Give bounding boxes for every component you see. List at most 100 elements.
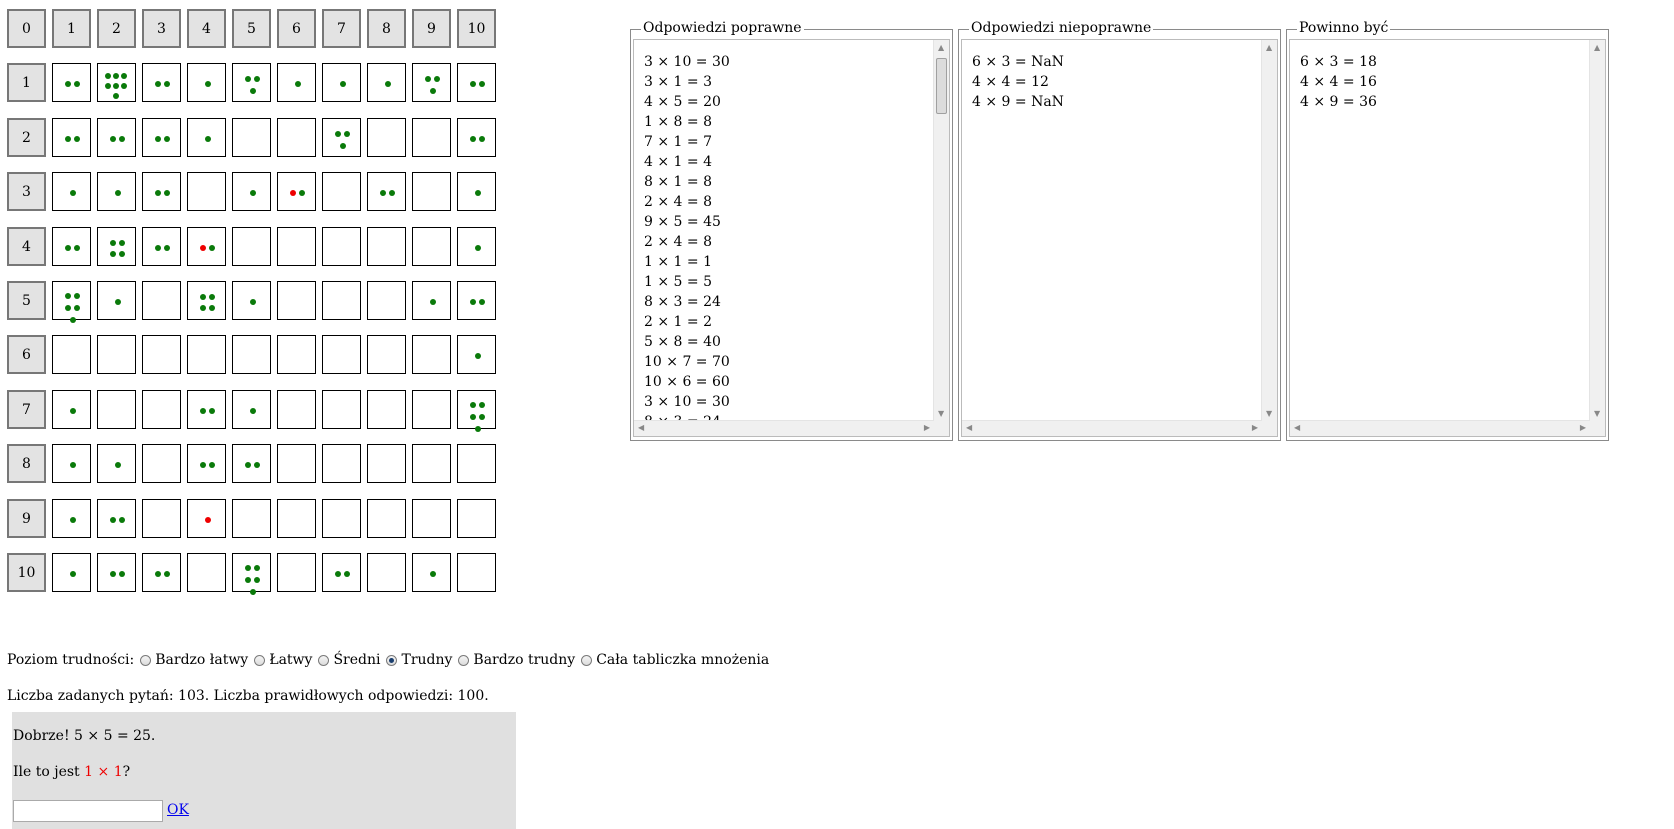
correct-dot — [65, 245, 71, 251]
list-item: 3 × 1 = 3 — [644, 74, 712, 90]
correct-dot — [115, 462, 121, 468]
correct-dot — [205, 136, 211, 142]
grid-cell — [457, 281, 496, 320]
grid-cell — [52, 118, 91, 157]
correct-dot — [380, 190, 386, 196]
list-item: 2 × 4 = 8 — [644, 234, 712, 250]
scroll-down-icon[interactable]: ▼ — [1266, 409, 1272, 418]
scroll-left-icon[interactable]: ◀ — [1294, 423, 1300, 432]
difficulty-selector: Poziom trudności: Bardzo łatwy Łatwy Średn… — [7, 652, 769, 668]
difficulty-radio[interactable] — [318, 654, 330, 666]
column-header: 5 — [232, 9, 271, 48]
scroll-left-icon[interactable]: ◀ — [638, 423, 644, 432]
grid-cell — [97, 335, 136, 374]
scroll-up-icon[interactable]: ▲ — [1266, 43, 1272, 52]
ok-link[interactable]: OK — [167, 802, 189, 818]
correct-dot — [470, 299, 476, 305]
horizontal-scrollbar[interactable]: ◀ ▶ — [634, 420, 934, 436]
vertical-scrollbar[interactable]: ▲ ▼ — [1589, 40, 1605, 421]
correct-dot — [250, 589, 256, 595]
question-text: Ile to jest 1 × 1? — [13, 764, 130, 780]
grid-cell — [97, 499, 136, 538]
grid-cell — [367, 227, 406, 266]
grid-cell — [367, 444, 406, 483]
grid-cell — [457, 499, 496, 538]
scroll-down-icon[interactable]: ▼ — [1594, 409, 1600, 418]
difficulty-option-label[interactable]: Trudny — [401, 652, 452, 668]
answer-input[interactable] — [13, 800, 163, 822]
grid-cell — [232, 335, 271, 374]
grid-cell — [142, 390, 181, 429]
column-header: 4 — [187, 9, 226, 48]
scroll-right-icon[interactable]: ▶ — [1580, 423, 1586, 432]
list-item: 9 × 5 = 45 — [644, 214, 721, 230]
grid-cell — [412, 281, 451, 320]
correct-dot — [470, 414, 476, 420]
scroll-down-icon[interactable]: ▼ — [938, 409, 944, 418]
grid-cell — [232, 63, 271, 102]
correct-dot — [479, 81, 485, 87]
correct-dot — [155, 81, 161, 87]
grid-cell — [457, 553, 496, 592]
grid-cell — [412, 172, 451, 211]
column-header: 10 — [457, 9, 496, 48]
vertical-scrollbar[interactable]: ▲ ▼ — [933, 40, 949, 421]
scroll-corner — [934, 421, 949, 436]
correct-dot — [385, 81, 391, 87]
difficulty-option-label[interactable]: Bardzo trudny — [473, 652, 575, 668]
list-item: 4 × 4 = 12 — [972, 74, 1049, 90]
difficulty-option-label[interactable]: Cała tabliczka mnożenia — [596, 652, 769, 668]
grid-cell — [187, 553, 226, 592]
difficulty-radio[interactable] — [581, 654, 593, 666]
correct-dot — [430, 88, 436, 94]
correct-dot — [105, 83, 111, 89]
grid-cell — [142, 444, 181, 483]
scroll-up-icon[interactable]: ▲ — [1594, 43, 1600, 52]
wrong-answers-list[interactable]: 6 × 3 = NaN 4 × 4 = 12 4 × 9 = NaN ▲ ▼ ◀ ▶ — [961, 39, 1278, 437]
grid-cell — [142, 63, 181, 102]
correct-dot — [110, 251, 116, 257]
grid-cell — [232, 227, 271, 266]
horizontal-scrollbar[interactable]: ◀ ▶ — [1290, 420, 1590, 436]
grid-cell — [277, 63, 316, 102]
grid-cell — [187, 335, 226, 374]
grid-cell — [142, 335, 181, 374]
correct-dot — [209, 462, 215, 468]
vertical-scrollbar[interactable]: ▲ ▼ — [1261, 40, 1277, 421]
difficulty-option-label[interactable]: Średni — [333, 652, 380, 668]
correct-dot — [430, 299, 436, 305]
scroll-left-icon[interactable]: ◀ — [966, 423, 972, 432]
grid-cell — [142, 172, 181, 211]
column-header: 7 — [322, 9, 361, 48]
factor-a: 1 — [84, 764, 94, 780]
grid-cell — [322, 227, 361, 266]
difficulty-radio[interactable] — [140, 654, 152, 666]
row-header: 9 — [7, 499, 46, 538]
correct-dot — [245, 565, 251, 571]
difficulty-radio[interactable] — [458, 654, 470, 666]
grid-cell — [367, 118, 406, 157]
grid-cell — [322, 118, 361, 157]
scroll-thumb[interactable] — [936, 58, 947, 114]
grid-cell — [97, 63, 136, 102]
correct-dot — [340, 143, 346, 149]
should-be-list[interactable]: 6 × 3 = 18 4 × 4 = 16 4 × 9 = 36 ▲ ▼ ◀ ▶ — [1289, 39, 1606, 437]
list-item: 1 × 5 = 5 — [644, 274, 712, 290]
difficulty-option-label[interactable]: Bardzo łatwy — [155, 652, 248, 668]
difficulty-radio[interactable] — [386, 654, 398, 666]
horizontal-scrollbar[interactable]: ◀ ▶ — [962, 420, 1262, 436]
scroll-up-icon[interactable]: ▲ — [938, 43, 944, 52]
grid-cell — [232, 553, 271, 595]
scroll-right-icon[interactable]: ▶ — [1252, 423, 1258, 432]
grid-cell — [97, 444, 136, 483]
wrong-dot — [200, 245, 206, 251]
row-header: 6 — [7, 335, 46, 374]
list-item: 5 × 8 = 40 — [644, 334, 721, 350]
correct-dot — [65, 293, 71, 299]
scroll-right-icon[interactable]: ▶ — [924, 423, 930, 432]
grid-cell — [232, 390, 271, 429]
grid-cell — [457, 118, 496, 157]
correct-answers-list[interactable]: 3 × 10 = 30 3 × 1 = 3 4 × 5 = 20 1 × 8 = 8 7… — [633, 39, 950, 437]
difficulty-radio[interactable] — [254, 654, 266, 666]
difficulty-option-label[interactable]: Łatwy — [269, 652, 312, 668]
